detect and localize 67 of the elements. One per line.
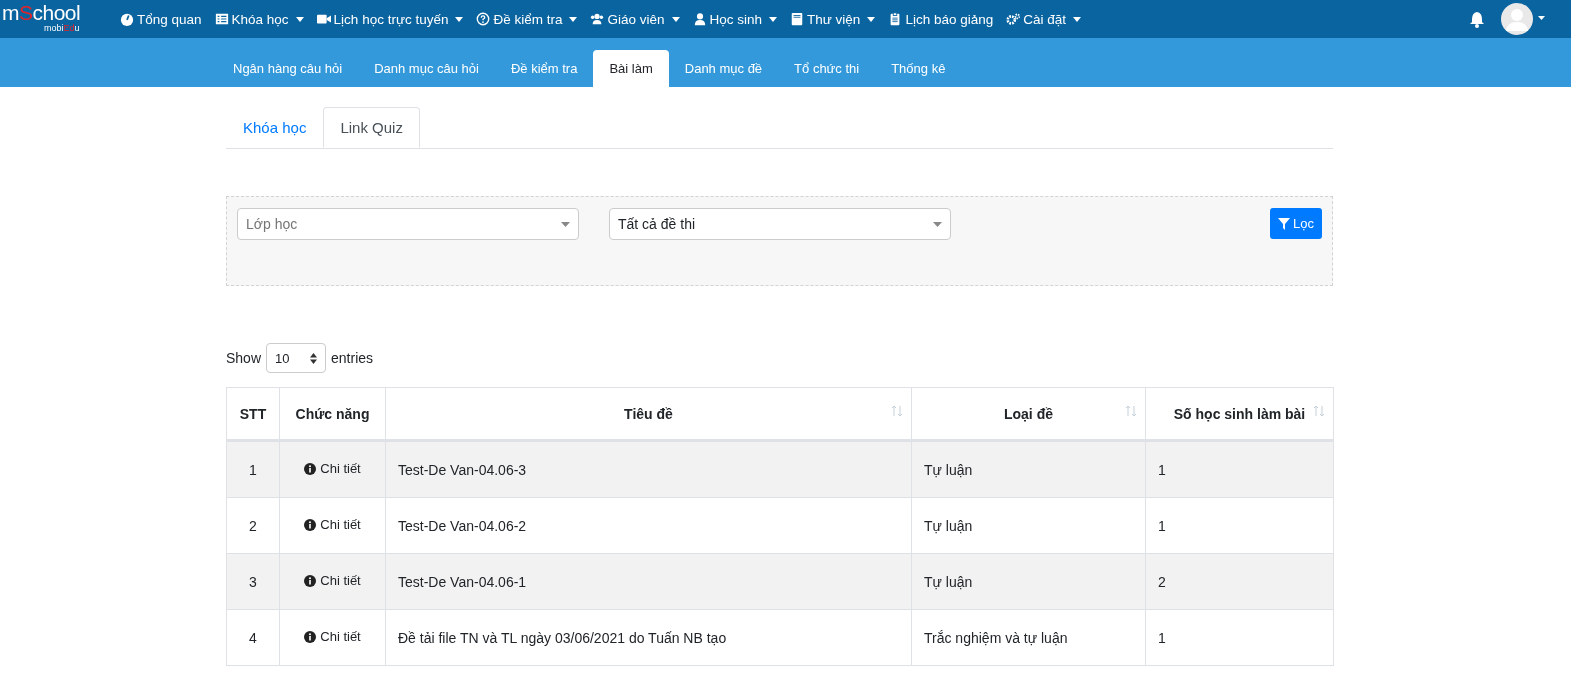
gears-icon xyxy=(1006,12,1021,26)
filter-icon xyxy=(1278,217,1291,230)
avatar-icon[interactable] xyxy=(1501,3,1545,35)
up-down-icon xyxy=(310,352,318,364)
table-cell: Tự luận xyxy=(911,440,1146,498)
table-cell: Test-De Van-04.06-2 xyxy=(385,497,912,554)
caret-icon xyxy=(671,16,680,22)
sort-icon xyxy=(891,405,903,417)
nav-menu-item[interactable]: Giáo viên xyxy=(590,11,680,27)
exam-select[interactable]: Tất cả đề thi xyxy=(609,208,951,240)
caret-icon xyxy=(561,221,570,227)
nav-menu-item[interactable]: Tổng quan xyxy=(120,11,202,27)
detail-link[interactable]: Chi tiết xyxy=(304,629,361,645)
entries-label: entries xyxy=(331,350,374,366)
table-cell: Tự luận xyxy=(911,553,1146,610)
caret-icon xyxy=(1073,16,1081,22)
detail-link[interactable]: Chi tiết xyxy=(304,461,361,477)
info-icon xyxy=(304,630,317,643)
caret-icon xyxy=(769,16,778,22)
caret-icon xyxy=(455,16,464,22)
show-label: Show xyxy=(226,350,262,366)
table-cell: 1 xyxy=(1145,497,1334,554)
detail-link[interactable]: Chi tiết xyxy=(304,573,361,589)
caret-icon xyxy=(569,16,578,22)
info-icon xyxy=(304,518,317,531)
table-cell: 4 xyxy=(226,609,280,666)
info-icon xyxy=(304,462,317,475)
table-cell: 2 xyxy=(1145,553,1334,610)
section-tab[interactable]: Bài làm xyxy=(593,50,669,87)
table-cell: Trắc nghiệm và tự luận xyxy=(911,609,1146,666)
caret-icon xyxy=(295,16,304,22)
table-cell: Tự luận xyxy=(911,497,1146,554)
caret-icon xyxy=(867,16,876,22)
bell-icon[interactable] xyxy=(1469,10,1485,28)
users-icon xyxy=(590,12,605,26)
table-cell: 1 xyxy=(1145,440,1334,498)
class-select[interactable]: Lớp học xyxy=(237,208,579,240)
video-camera-icon xyxy=(316,12,331,26)
nav-menu-item[interactable]: Lịch học trực tuyến xyxy=(316,11,464,27)
table-cell: Test-De Van-04.06-1 xyxy=(385,553,912,610)
nav-menu-item[interactable]: Khóa học xyxy=(214,11,304,27)
table-cell: 2 xyxy=(226,497,280,554)
list-icon xyxy=(214,12,229,26)
page-length-select[interactable]: 10 xyxy=(266,343,327,373)
user-icon xyxy=(692,12,707,26)
tab[interactable]: Khóa học xyxy=(226,107,324,148)
nav-menu-item[interactable]: Thư viện xyxy=(790,11,876,27)
nav-menu-item[interactable]: Đề kiểm tra xyxy=(476,11,578,27)
nav-menu-item[interactable]: Lịch báo giảng xyxy=(888,11,994,27)
sort-icon xyxy=(1313,405,1325,417)
logo[interactable]: mSchool mobiEdu xyxy=(0,0,108,38)
tab[interactable]: Link Quiz xyxy=(323,107,420,148)
sort-icon xyxy=(1125,405,1137,417)
nav-menu-item[interactable]: Cài đặt xyxy=(1006,11,1081,27)
detail-link[interactable]: Chi tiết xyxy=(304,517,361,533)
nav-menu-item[interactable]: Học sinh xyxy=(692,11,778,27)
book-icon xyxy=(790,12,805,26)
table-cell: 1 xyxy=(226,440,280,498)
gauge-icon xyxy=(120,12,134,26)
table-cell: Đề tải file TN và TL ngày 03/06/2021 do Tuấn NB tạo xyxy=(385,609,912,666)
info-icon xyxy=(304,574,317,587)
table-cell: Test-De Van-04.06-3 xyxy=(385,440,912,498)
table-cell: 1 xyxy=(1145,609,1334,666)
table-cell: 3 xyxy=(226,553,280,610)
filter-button[interactable]: Lọc xyxy=(1270,208,1322,239)
caret-icon xyxy=(933,221,942,227)
question-circle-icon xyxy=(476,12,491,26)
